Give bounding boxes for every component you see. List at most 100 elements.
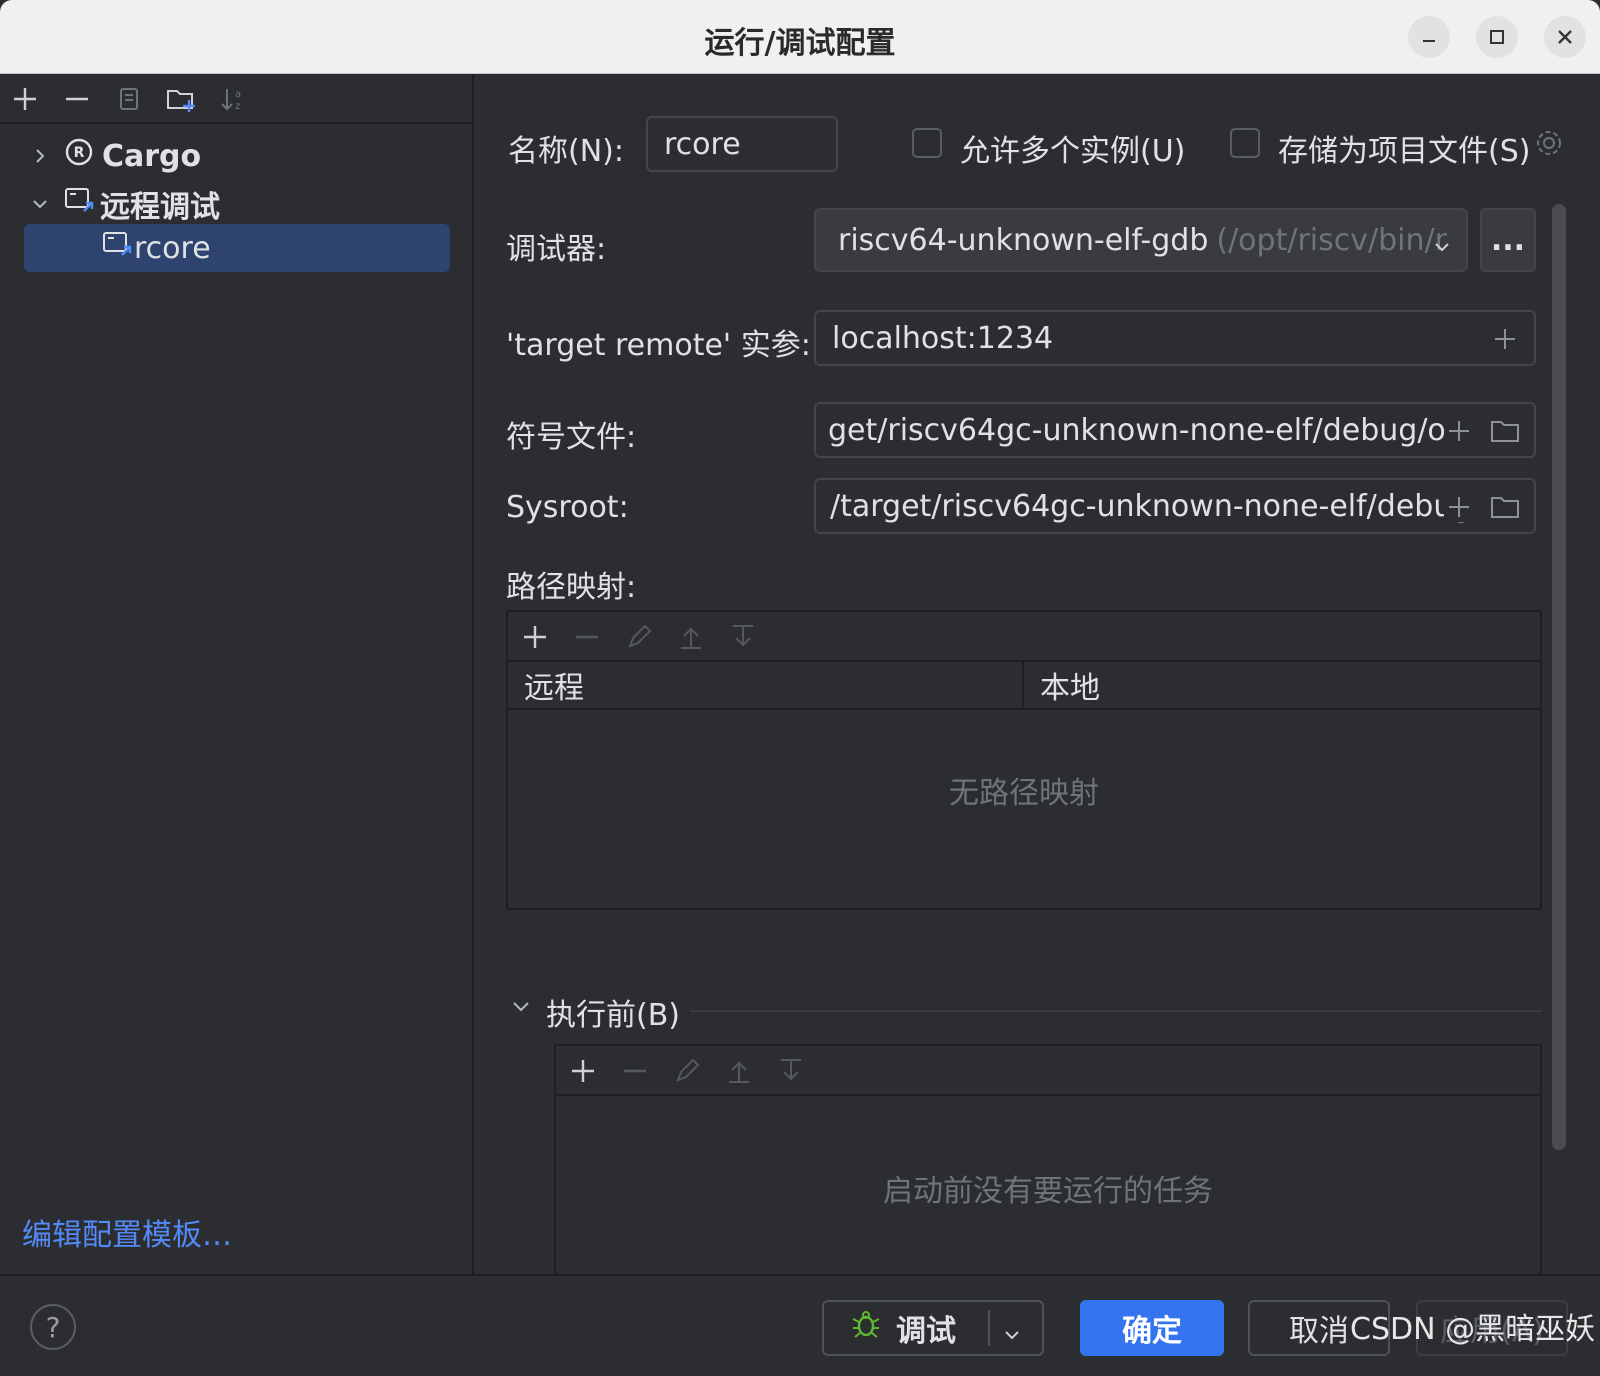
path-mapping-table: 远程 本地 无路径映射: [506, 610, 1542, 910]
before-launch-table: 启动前没有要运行的任务: [554, 1044, 1542, 1284]
remote-debug-icon: [102, 229, 134, 267]
arrow-up-icon: [729, 1061, 749, 1083]
sort-button[interactable]: az: [216, 82, 250, 116]
vertical-scrollbar[interactable]: [1552, 204, 1566, 1150]
minimize-icon: [1423, 40, 1435, 42]
watermark: CSDN @黑暗巫妖: [1350, 1312, 1596, 1347]
browse-debugger-button[interactable]: ...: [1480, 208, 1536, 272]
split-divider: [988, 1310, 990, 1346]
debugger-label: 调试器:: [506, 232, 607, 267]
plus-icon[interactable]: [1490, 324, 1520, 354]
edit-mapping-button[interactable]: [622, 620, 656, 654]
before-launch-toggle[interactable]: [510, 996, 532, 1022]
path-mapping-toolbar: [508, 612, 1540, 662]
svg-text:R: R: [74, 145, 85, 161]
before-launch-toolbar: [556, 1046, 1540, 1096]
allow-multiple-label: 允许多个实例(U): [960, 134, 1186, 169]
remote-debug-icon: [64, 185, 96, 223]
chevron-down-icon[interactable]: [1002, 1318, 1022, 1353]
bug-icon: [850, 1308, 882, 1348]
new-folder-icon: [167, 90, 195, 112]
remove-configuration-button[interactable]: [60, 82, 94, 116]
debugger-path: (/opt/riscv/bin/r: [1216, 222, 1447, 258]
window-title: 运行/调试配置: [704, 26, 896, 61]
ok-button[interactable]: 确定: [1080, 1300, 1224, 1356]
settings-gear-icon[interactable]: [1534, 128, 1564, 162]
debugger-select[interactable]: riscv64-unknown-elf-gdb (/opt/riscv/bin/…: [814, 208, 1468, 272]
tree-item-remote-debug[interactable]: 远程调试: [24, 180, 450, 228]
pencil-icon: [676, 1058, 700, 1082]
copy-icon: [120, 88, 138, 110]
target-remote-label: 'target remote' 实参:: [506, 328, 811, 363]
plus-icon[interactable]: [1444, 416, 1474, 446]
debug-split-button[interactable]: 调试: [822, 1300, 1044, 1356]
debugger-value: riscv64-unknown-elf-gdb: [838, 222, 1209, 258]
svg-text:a: a: [235, 89, 241, 100]
pencil-icon: [628, 624, 652, 648]
plus-icon[interactable]: [1444, 492, 1474, 522]
sysroot-input[interactable]: /target/riscv64gc-unknown-none-elf/debug: [814, 478, 1536, 534]
close-icon: [1558, 30, 1572, 44]
svg-text:z: z: [235, 101, 240, 112]
sidebar-toolbar: az: [0, 74, 474, 124]
dialog-footer: ? 调试 确定 取消 应用(A) CSDN @黑暗巫妖: [0, 1274, 1600, 1376]
close-button[interactable]: [1544, 16, 1586, 58]
plus-icon: [14, 88, 36, 110]
arrow-down-icon: [733, 625, 753, 647]
name-input[interactable]: rcore: [646, 116, 838, 172]
before-launch-label: 执行前(B): [546, 998, 680, 1033]
move-down-button[interactable]: [726, 620, 760, 654]
path-mapping-label: 路径映射:: [506, 570, 637, 605]
edit-task-button[interactable]: [670, 1054, 704, 1088]
minimize-button[interactable]: [1408, 16, 1450, 58]
allow-multiple-checkbox[interactable]: [912, 128, 942, 158]
section-divider: [690, 1010, 1542, 1012]
sort-icon: az: [221, 89, 241, 112]
add-configuration-button[interactable]: [8, 82, 42, 116]
minus-icon: [624, 1069, 646, 1073]
chevron-down-icon: [1432, 230, 1452, 265]
tree-item-rcore[interactable]: rcore: [24, 224, 450, 272]
copy-configuration-button[interactable]: [112, 82, 146, 116]
tree-item-label: 远程调试: [100, 190, 220, 225]
move-up-button[interactable]: [674, 620, 708, 654]
maximize-icon: [1490, 30, 1504, 44]
symbol-file-label: 符号文件:: [506, 420, 637, 455]
minus-icon: [66, 97, 88, 101]
plus-icon: [524, 626, 546, 648]
store-as-project-checkbox[interactable]: [1230, 128, 1260, 158]
chevron-down-icon[interactable]: [24, 196, 56, 212]
folder-icon[interactable]: [1490, 492, 1520, 522]
target-remote-input[interactable]: localhost:1234: [814, 310, 1536, 366]
symbol-file-input[interactable]: get/riscv64gc-unknown-none-elf/debug/os: [814, 402, 1536, 458]
chevron-down-icon: [513, 1002, 529, 1012]
remove-task-button[interactable]: [618, 1054, 652, 1088]
chevron-right-icon[interactable]: [24, 148, 56, 164]
debug-button-label: 调试: [896, 1314, 956, 1349]
add-mapping-button[interactable]: [518, 620, 552, 654]
title-bar: 运行/调试配置: [0, 0, 1600, 74]
move-task-down-button[interactable]: [774, 1054, 808, 1088]
edit-templates-link[interactable]: 编辑配置模板…: [22, 1210, 232, 1254]
folder-icon[interactable]: [1490, 416, 1520, 446]
symbol-file-value: get/riscv64gc-unknown-none-elf/debug/os: [828, 412, 1462, 448]
name-label: 名称(N):: [508, 134, 624, 169]
sysroot-value: /target/riscv64gc-unknown-none-elf/debug: [830, 488, 1472, 524]
new-folder-button[interactable]: [164, 82, 198, 116]
plus-icon: [572, 1060, 594, 1082]
add-task-button[interactable]: [566, 1054, 600, 1088]
tree-item-cargo[interactable]: R Cargo: [24, 132, 450, 180]
maximize-button[interactable]: [1476, 16, 1518, 58]
arrow-up-icon: [681, 627, 701, 649]
move-task-up-button[interactable]: [722, 1054, 756, 1088]
help-button[interactable]: ?: [30, 1304, 76, 1350]
configurations-sidebar: az R Cargo 远程调试 rcore 编辑配置模板…: [0, 74, 474, 1274]
column-header-remote[interactable]: 远程: [508, 662, 1024, 710]
sysroot-label: Sysroot:: [506, 490, 629, 525]
remove-mapping-button[interactable]: [570, 620, 604, 654]
before-launch-empty-text: 启动前没有要运行的任务: [883, 1174, 1213, 1209]
tree-item-label: rcore: [134, 230, 211, 266]
column-header-local[interactable]: 本地: [1024, 662, 1540, 710]
tree-item-label: Cargo: [102, 138, 202, 174]
target-remote-value: localhost:1234: [832, 320, 1054, 356]
